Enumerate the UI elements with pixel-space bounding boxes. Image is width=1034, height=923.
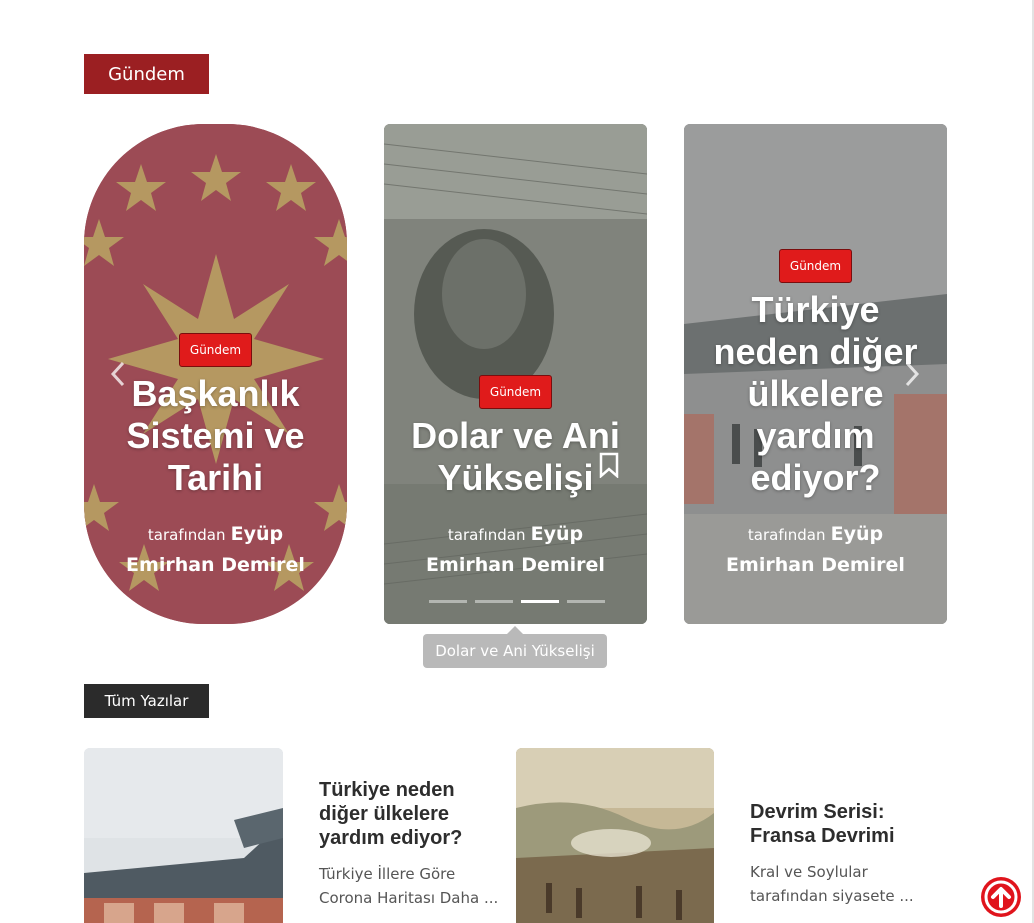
category-badge[interactable]: Gündem bbox=[178, 333, 253, 367]
scroll-to-top-button[interactable] bbox=[980, 876, 1022, 918]
post-title[interactable]: Türkiye neden diğer ülkelere yardım ediy… bbox=[319, 778, 504, 850]
slider-card-dolar[interactable]: Gündem Dolar ve Ani Yükselişi tarafından… bbox=[384, 124, 647, 624]
slider-prev-button[interactable] bbox=[106, 356, 130, 392]
card-byline: tarafından Eyüp Emirhan Demirel bbox=[384, 519, 647, 581]
card-content: Gündem Dolar ve Ani Yükselişi tarafından… bbox=[384, 375, 647, 581]
slider-dot-1[interactable] bbox=[429, 600, 467, 603]
section-label-gundem[interactable]: Gündem bbox=[84, 54, 209, 94]
card-content: Gündem Türkiye neden diğer ülkelere yard… bbox=[684, 249, 947, 581]
post-image bbox=[516, 748, 714, 923]
post-thumbnail-cargo-plane[interactable] bbox=[84, 748, 283, 923]
post-item: Türkiye neden diğer ülkelere yardım ediy… bbox=[319, 778, 504, 910]
post-thumbnail-painting[interactable] bbox=[516, 748, 714, 923]
category-badge[interactable]: Gündem bbox=[778, 249, 853, 283]
slide-tooltip: Dolar ve Ani Yükselişi bbox=[423, 626, 607, 668]
bookmark-icon[interactable] bbox=[598, 452, 620, 478]
byline-prefix: tarafından bbox=[447, 526, 526, 544]
card-title[interactable]: Türkiye neden diğer ülkelere yardım ediy… bbox=[684, 289, 947, 499]
post-excerpt: Türkiye İllere Göre Corona Haritası Daha… bbox=[319, 865, 499, 907]
post-title[interactable]: Devrim Serisi: Fransa Devrimi bbox=[750, 800, 940, 848]
slider-dot-3[interactable] bbox=[521, 600, 559, 603]
byline-prefix: tarafından bbox=[147, 526, 226, 544]
slider-pagination bbox=[429, 600, 605, 603]
post-item: Devrim Serisi: Fransa Devrimi Kral ve So… bbox=[750, 800, 940, 908]
chevron-left-icon bbox=[110, 361, 125, 387]
card-byline: tarafından Eyüp Emirhan Demirel bbox=[684, 519, 947, 581]
arrow-up-circle-icon bbox=[981, 877, 1021, 917]
slider-dot-4[interactable] bbox=[567, 600, 605, 603]
post-excerpt: Kral ve Soylular tarafından siyasete ... bbox=[750, 863, 914, 905]
chevron-right-icon bbox=[905, 361, 920, 387]
card-byline: tarafından Eyüp Emirhan Demirel bbox=[84, 519, 347, 581]
post-image bbox=[84, 748, 283, 923]
byline-prefix: tarafından bbox=[747, 526, 826, 544]
section-label-all-posts[interactable]: Tüm Yazılar bbox=[84, 684, 209, 718]
slider-next-button[interactable] bbox=[900, 356, 924, 392]
category-badge[interactable]: Gündem bbox=[478, 375, 553, 409]
slider-dot-2[interactable] bbox=[475, 600, 513, 603]
